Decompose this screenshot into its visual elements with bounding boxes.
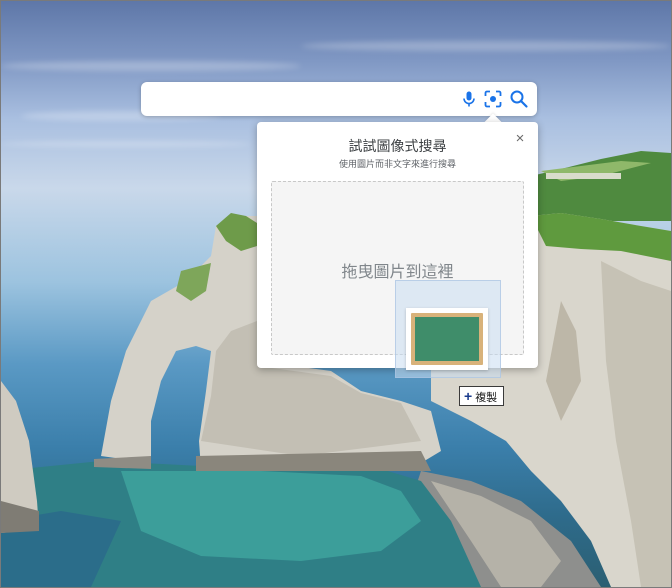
popup-subtitle: 使用圖片而非文字來進行搜尋	[338, 159, 456, 169]
close-button[interactable]: ×	[513, 131, 527, 146]
search-bar	[141, 82, 537, 116]
plus-icon: +	[464, 388, 473, 404]
drop-zone-text: 拖曳圖片到這裡	[341, 264, 454, 281]
dragged-image-ghost	[395, 280, 501, 378]
copy-label: 複製	[475, 392, 498, 404]
dragged-thumbnail	[406, 308, 488, 370]
camera-lens-icon[interactable]	[483, 89, 503, 109]
mic-icon[interactable]	[459, 89, 479, 109]
search-icon[interactable]	[509, 89, 529, 109]
chalkboard-surface	[415, 317, 479, 361]
desktop-background: 試試圖像式搜尋 使用圖片而非文字來進行搜尋 × 拖曳圖片到這裡 + 複製	[0, 0, 672, 588]
popup-title: 試試圖像式搜尋	[348, 138, 447, 154]
chalkboard-image	[411, 313, 483, 365]
search-input[interactable]	[153, 88, 457, 112]
copy-drag-tooltip: + 複製	[459, 386, 505, 406]
